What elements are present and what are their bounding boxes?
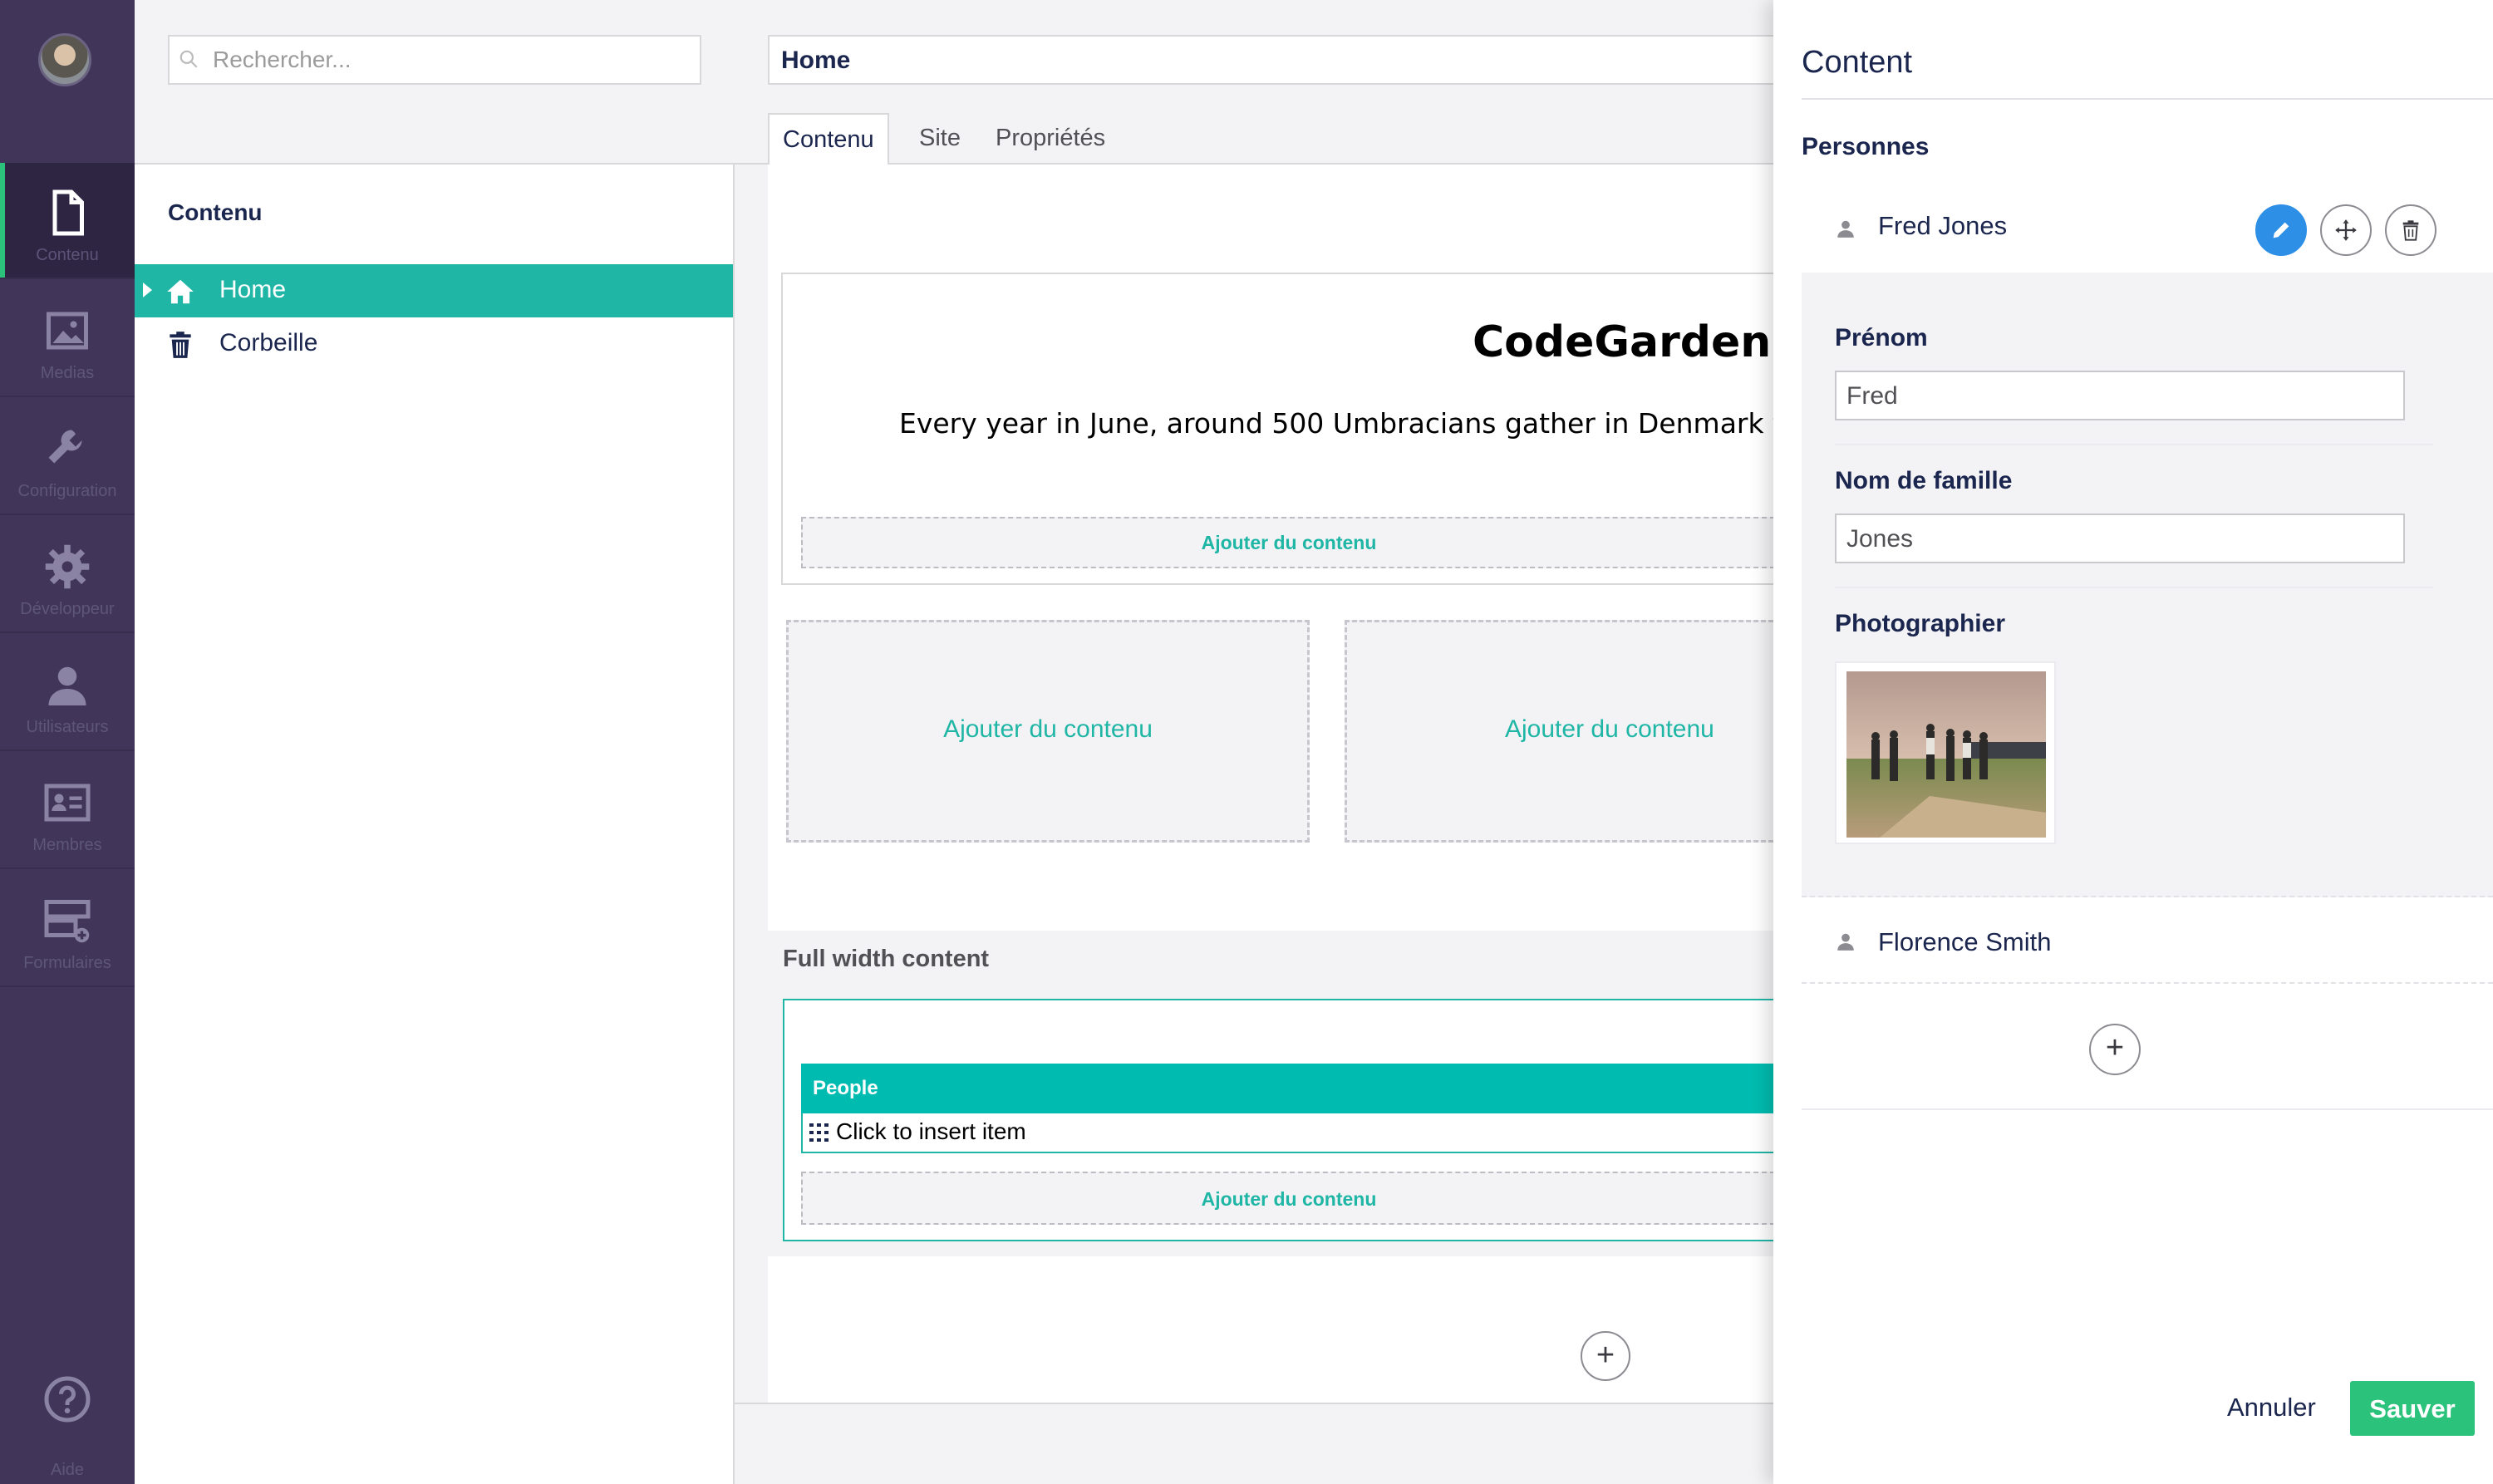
last-name-label: Nom de famille: [1835, 467, 2013, 494]
full-width-section: Full width content People Click to inser…: [765, 931, 1775, 1256]
tree-node-label: Corbeille: [219, 329, 318, 356]
form-icon: [44, 900, 91, 943]
tab-content[interactable]: Contenu: [768, 113, 889, 166]
nav-item-content[interactable]: Contenu: [0, 163, 135, 279]
nav-item-help[interactable]: Aide: [0, 1368, 135, 1484]
node-name-input[interactable]: Home: [768, 35, 1790, 85]
nav-item-forms[interactable]: Formulaires: [0, 871, 135, 987]
tree-node-home[interactable]: Home: [135, 264, 733, 317]
tree-node-label: Home: [219, 276, 287, 303]
user-icon: [1837, 933, 1854, 951]
nav-item-label: Configuration: [17, 482, 117, 500]
insert-item-row[interactable]: Click to insert item: [801, 1113, 1775, 1153]
add-content-button[interactable]: Ajouter du contenu: [786, 620, 1310, 843]
headline-row[interactable]: CodeGarden Every year in June, around 50…: [781, 273, 1782, 585]
tree-search-area: Rechercher...: [135, 0, 735, 165]
id-card-icon: [44, 784, 91, 822]
user-icon: [1837, 220, 1854, 238]
photo-thumbnail[interactable]: [1835, 661, 2056, 844]
nav-item-label: Utilisateurs: [26, 718, 109, 736]
editor-bottom-bar: [735, 1403, 1773, 1484]
plus-icon: +: [2105, 1030, 2125, 1065]
first-name-field[interactable]: Fred: [1835, 371, 2405, 420]
tab-properties[interactable]: Propriétés: [982, 113, 1119, 165]
full-width-cell[interactable]: People Click to insert item Ajouter du c…: [783, 999, 1775, 1241]
person-name: Florence Smith: [1878, 927, 2052, 956]
people-block-header[interactable]: People: [801, 1064, 1775, 1113]
edit-button[interactable]: [2255, 204, 2307, 256]
last-name-field[interactable]: Jones: [1835, 514, 2405, 563]
add-person-button[interactable]: +: [2089, 1024, 2141, 1075]
nav-item-users[interactable]: Utilisateurs: [0, 635, 135, 751]
field-divider: [1835, 587, 2433, 588]
group-photo-image: [1846, 671, 2046, 838]
field-divider: [1835, 444, 2433, 445]
nav-item-developer[interactable]: Développeur: [0, 517, 135, 633]
trash-icon: [2402, 220, 2419, 241]
person-edit-form: Prénom Fred Nom de famille Jones Photogr…: [1802, 273, 2493, 897]
document-icon: [52, 189, 84, 236]
person-item[interactable]: Florence Smith: [1802, 897, 2493, 984]
gear-icon: [45, 544, 90, 589]
nav-item-settings[interactable]: Configuration: [0, 399, 135, 515]
move-icon: [2335, 219, 2357, 241]
user-avatar[interactable]: [38, 33, 91, 86]
caret-right-icon[interactable]: [143, 283, 152, 297]
search-input[interactable]: Rechercher...: [168, 35, 701, 85]
headline-text[interactable]: CodeGarden: [1473, 317, 1771, 367]
nav-item-media[interactable]: Medias: [0, 281, 135, 397]
editor-header: Home Contenu Site Propriétés: [735, 0, 1790, 166]
help-icon: [44, 1376, 91, 1423]
block-editor-panel: Content Personnes Fred Jones Prénom Fred…: [1773, 0, 2493, 1484]
nav-item-label: Medias: [40, 364, 95, 382]
search-icon: [179, 50, 198, 68]
panel-title: Content: [1802, 45, 1913, 80]
nav-item-label: Membres: [32, 836, 102, 854]
nav-item-label: Aide: [50, 1461, 85, 1479]
grid-icon: [809, 1123, 829, 1142]
paragraph-text[interactable]: Every year in June, around 500 Umbracian…: [899, 407, 1782, 440]
add-content-button[interactable]: Ajouter du contenu: [1345, 620, 1773, 843]
content-tree-panel: Rechercher... Contenu Home Corbeille: [135, 0, 735, 1484]
delete-button[interactable]: [2385, 204, 2436, 256]
person-item[interactable]: Fred Jones: [1802, 183, 2493, 269]
move-button[interactable]: [2320, 204, 2372, 256]
image-icon: [47, 312, 88, 350]
nav-item-label: Développeur: [20, 600, 115, 618]
person-name: Fred Jones: [1878, 211, 2008, 240]
photographer-label: Photographier: [1835, 610, 2006, 637]
pencil-icon: [2273, 222, 2289, 238]
user-icon: [48, 666, 86, 705]
home-icon: [167, 279, 194, 304]
nav-item-label: Formulaires: [23, 954, 111, 972]
section-title: Full width content: [783, 946, 990, 972]
trash-icon: [170, 332, 191, 358]
tree-node-recycle-bin[interactable]: Corbeille: [135, 317, 733, 371]
tree-section-title: Contenu: [168, 199, 263, 225]
add-row-button[interactable]: +: [1581, 1331, 1630, 1381]
nav-item-members[interactable]: Membres: [0, 753, 135, 869]
plus-icon: +: [1596, 1338, 1615, 1373]
add-content-button[interactable]: Ajouter du contenu: [801, 517, 1775, 568]
divider: [1802, 1108, 2493, 1110]
wrench-icon: [48, 430, 82, 464]
nav-item-label: Contenu: [36, 246, 99, 264]
group-title: Personnes: [1802, 133, 1930, 160]
tab-site[interactable]: Site: [906, 113, 974, 165]
save-button[interactable]: Sauver: [2350, 1381, 2475, 1436]
main-navigation: Contenu Medias Configuration Développeur…: [0, 0, 135, 1484]
insert-item-label: Click to insert item: [836, 1118, 1026, 1144]
first-name-label: Prénom: [1835, 324, 1928, 351]
cancel-button[interactable]: Annuler: [2227, 1393, 2316, 1423]
divider: [1802, 98, 2493, 100]
add-content-button[interactable]: Ajouter du contenu: [801, 1172, 1775, 1225]
